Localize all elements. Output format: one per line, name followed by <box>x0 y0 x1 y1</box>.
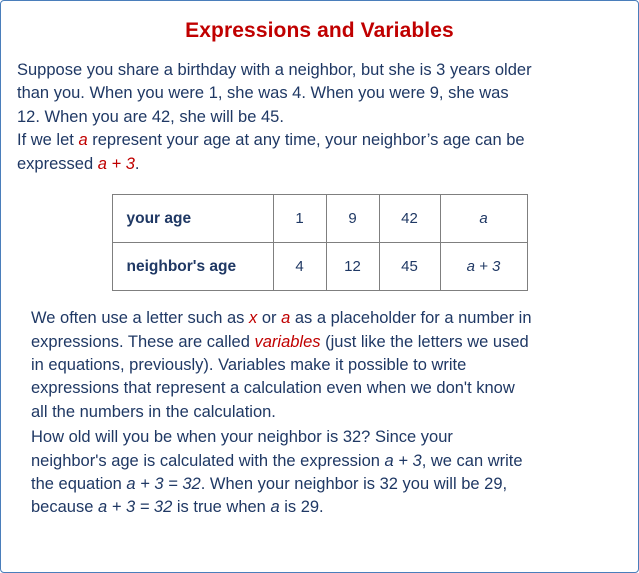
paragraph3-line-3: the equation a + 3 = 32. When your neigh… <box>31 473 620 496</box>
cell-neighbor-age-4: a + 3 <box>439 242 528 292</box>
paragraph2-line-5: all the numbers in the calculation. <box>31 402 276 421</box>
term-variables: variables <box>254 332 321 351</box>
cell-your-age-2: 9 <box>325 194 380 244</box>
age-table-wrapper: your age 1 9 42 a neighbor's age 4 12 45… <box>1 194 638 292</box>
paragraph2-line-2: expressions. These are called variables … <box>31 331 612 354</box>
paragraph3-line-4-part-a: because <box>31 498 98 517</box>
row-label-neighbors-age: neighbor's age <box>111 242 274 292</box>
paragraph3-line-1: How old will you be when your neighbor i… <box>31 428 453 447</box>
intro-paragraph: Suppose you share a birthday with a neig… <box>1 59 638 176</box>
table-row: neighbor's age 4 12 45 a + 3 <box>111 242 528 292</box>
paragraph3-line-2-part-b: , we can write <box>421 451 523 470</box>
intro-line-4-part-a: If we let <box>17 131 79 150</box>
intro-line-3: 12. When you are 42, she will be 45. <box>17 107 284 126</box>
row-label-your-age: your age <box>111 194 274 244</box>
paragraph2-line-1: We often use a letter such as x or a as … <box>31 307 612 330</box>
paragraph3-line-2: neighbor's age is calculated with the ex… <box>31 450 620 473</box>
intro-line-2: than you. When you were 1, she was 4. Wh… <box>17 84 509 103</box>
paragraph3-line-4: because a + 3 = 32 is true when a is 29. <box>31 496 620 519</box>
paragraph2-line-1-part-c: as a placeholder for a number in <box>290 309 532 328</box>
variable-x-inline: x <box>248 309 258 328</box>
intro-line-4-part-b: represent your age at any time, your nei… <box>87 131 525 150</box>
variable-a-inline-2: a <box>281 309 291 328</box>
paragraph2-line-4: expressions that represent a calculation… <box>31 379 515 398</box>
paragraph2-line-1-part-a: We often use a letter such as <box>31 309 249 328</box>
paragraph2-line-3: in equations, previously). Variables mak… <box>31 355 467 374</box>
table-row: your age 1 9 42 a <box>111 194 528 244</box>
paragraph3-line-3-part-b: . When your neighbor is 32 you will be 2… <box>200 475 508 494</box>
cell-your-age-1: 1 <box>272 194 327 244</box>
paragraph-example: How old will you be when your neighbor i… <box>1 426 638 520</box>
cell-neighbor-age-3: 45 <box>378 242 441 292</box>
paragraph2-line-2-part-a: expressions. These are called <box>31 332 255 351</box>
variable-a-inline-3: a <box>270 498 280 517</box>
equation-a-plus-3-equals-32: a + 3 = 32 <box>126 475 201 494</box>
variable-a-inline: a <box>78 131 88 150</box>
paragraph3-line-3-part-a: the equation <box>31 475 127 494</box>
age-table: your age 1 9 42 a neighbor's age 4 12 45… <box>111 194 528 292</box>
intro-line-5-part-a: expressed <box>17 154 98 173</box>
cell-neighbor-age-1: 4 <box>272 242 327 292</box>
intro-line-1: Suppose you share a birthday with a neig… <box>17 61 532 79</box>
paragraph3-line-2-part-a: neighbor's age is calculated with the ex… <box>31 451 385 470</box>
cell-your-age-3: 42 <box>378 194 441 244</box>
expression-a-plus-3-2: a + 3 <box>384 451 422 470</box>
page-title: Expressions and Variables <box>185 19 454 42</box>
paragraph-variables: We often use a letter such as x or a as … <box>1 307 638 424</box>
intro-line-5: expressed a + 3. <box>17 153 604 176</box>
cell-neighbor-age-2: 12 <box>325 242 380 292</box>
paragraph3-line-4-part-b: is true when <box>172 498 271 517</box>
equation-a-plus-3-equals-32-2: a + 3 = 32 <box>97 498 173 517</box>
paragraph2-line-1-part-b: or <box>257 309 282 328</box>
intro-line-5-part-b: . <box>134 154 140 173</box>
paragraph3-line-4-part-c: is 29. <box>279 498 324 517</box>
paragraph2-line-2-part-b: (just like the letters we used <box>320 332 529 351</box>
intro-line-4: If we let a represent your age at any ti… <box>17 129 604 152</box>
cell-your-age-4: a <box>439 194 528 244</box>
expression-a-plus-3: a + 3 <box>97 154 135 173</box>
lesson-page: Expressions and Variables Suppose you sh… <box>0 0 639 573</box>
